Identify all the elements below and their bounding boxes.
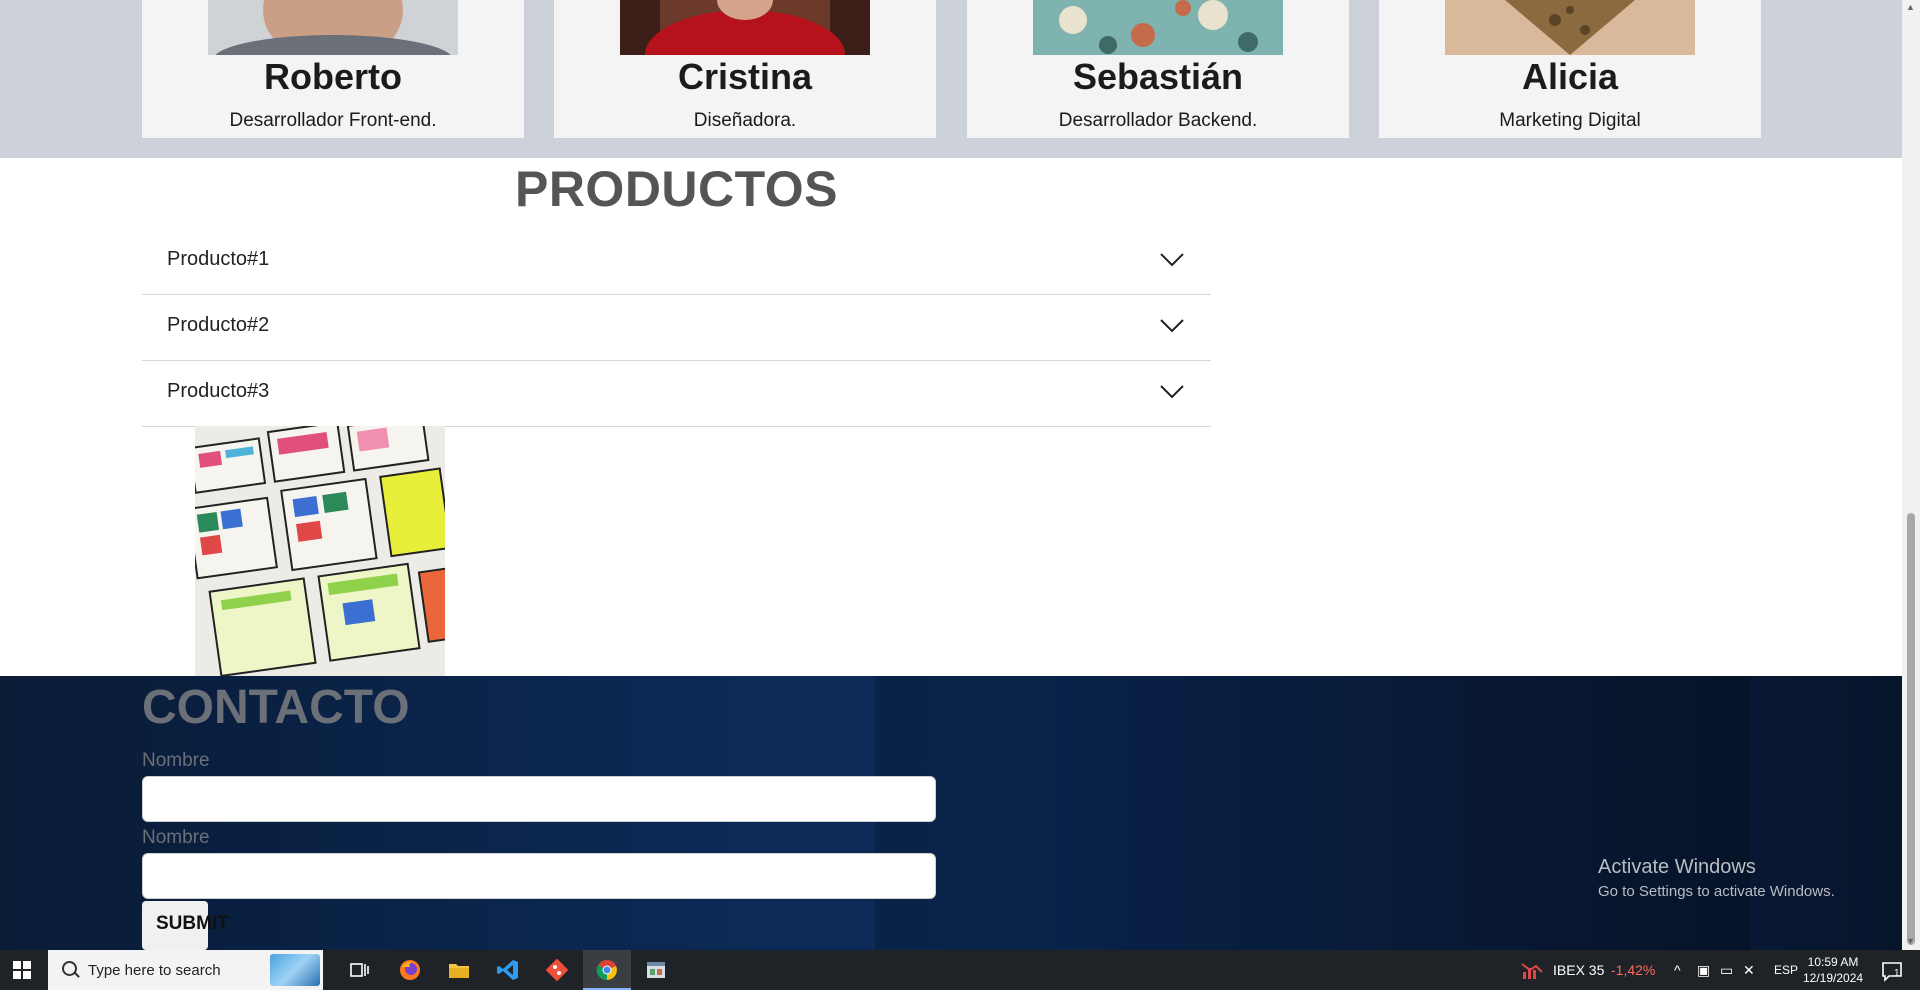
app-window-icon[interactable] — [644, 958, 668, 982]
team-role: Desarrollador Backend. — [1058, 110, 1258, 131]
chevron-down-icon[interactable] — [1159, 382, 1185, 400]
accordion-item-producto-3[interactable]: Producto#3 — [142, 360, 1211, 427]
team-name: Cristina — [677, 56, 813, 97]
team-role: Desarrollador Front-end. — [229, 110, 437, 131]
page-scrollbar[interactable]: ▲ ▼ — [1902, 0, 1920, 950]
team-photo — [620, 0, 870, 55]
team-photo — [1033, 0, 1283, 55]
submit-button[interactable]: SUBMIT — [142, 901, 229, 950]
productos-title: PRODUCTOS — [514, 161, 839, 217]
product-image — [195, 426, 445, 676]
scrollbar-thumb[interactable] — [1907, 513, 1915, 945]
team-card-alicia: Alicia Marketing Digital — [1379, 0, 1761, 138]
stock-chart-icon[interactable] — [1520, 958, 1544, 982]
team-photo — [208, 0, 458, 55]
accordion-item-producto-1[interactable]: Producto#1 — [142, 228, 1211, 295]
activate-windows-watermark: Activate Windows Go to Settings to activ… — [1598, 856, 1835, 900]
nombre-field[interactable] — [142, 776, 936, 822]
ticker-name: IBEX 35 — [1553, 962, 1605, 978]
notification-count: 1 — [1894, 968, 1900, 979]
team-role: Diseñadora. — [693, 110, 797, 131]
chrome-icon[interactable] — [595, 958, 619, 982]
team-name: Sebastián — [1072, 56, 1244, 97]
meet-icon[interactable]: ▣ — [1697, 962, 1710, 979]
language-indicator[interactable]: ESP — [1774, 963, 1798, 977]
notifications-icon[interactable] — [1880, 959, 1904, 983]
clock-date: 12/19/2024 — [1803, 971, 1864, 985]
taskbar-clock[interactable]: 10:59 AM 12/19/2024 — [1803, 954, 1863, 986]
firefox-icon[interactable] — [398, 958, 422, 982]
search-placeholder: Type here to search — [88, 962, 221, 979]
team-photo — [1445, 0, 1695, 55]
volume-muted-icon[interactable]: ✕ — [1743, 962, 1755, 979]
accordion-label: Producto#3 — [167, 380, 270, 402]
network-icon[interactable]: ▭ — [1720, 962, 1733, 979]
team-card-roberto: Roberto Desarrollador Front-end. — [142, 0, 524, 138]
file-explorer-icon[interactable] — [447, 958, 471, 982]
team-card-sebastian: Sebastián Desarrollador Backend. — [967, 0, 1349, 138]
task-view-icon[interactable] — [347, 958, 371, 982]
team-name: Roberto — [264, 56, 402, 97]
taskbar: Type here to search IBEX 35 -1,42% ^ ▣ ▭… — [0, 950, 1920, 990]
nombre-label-2: Nombre — [142, 827, 210, 848]
contact-section: CONTACTO Nombre Nombre SUBMIT Activate W… — [0, 676, 1902, 950]
ticker-change: -1,42% — [1611, 962, 1656, 978]
chevron-down-icon[interactable] — [1159, 316, 1185, 334]
accordion-item-producto-2[interactable]: Producto#2 — [142, 294, 1211, 361]
watermark-line-2: Go to Settings to activate Windows. — [1598, 883, 1835, 900]
team-role: Marketing Digital — [1499, 110, 1641, 131]
search-icon — [62, 961, 77, 976]
vscode-icon[interactable] — [496, 958, 520, 982]
taskbar-search[interactable]: Type here to search — [48, 950, 323, 990]
accordion-label: Producto#2 — [167, 314, 270, 336]
team-card-cristina: Cristina Diseñadora. — [554, 0, 936, 138]
chevron-up-icon[interactable]: ^ — [1674, 962, 1681, 978]
search-highlight-image — [270, 954, 320, 986]
team-section: Roberto Desarrollador Front-end. Cristin… — [0, 0, 1902, 158]
accordion-label: Producto#1 — [167, 248, 270, 270]
nombre-field-2[interactable] — [142, 853, 936, 899]
team-name: Alicia — [1521, 56, 1619, 97]
scroll-up-icon[interactable]: ▲ — [1906, 2, 1915, 12]
scroll-down-icon[interactable]: ▼ — [1906, 936, 1915, 946]
contact-title: CONTACTO — [142, 681, 410, 734]
windows-start-icon[interactable] — [13, 961, 31, 979]
git-icon[interactable] — [545, 958, 569, 982]
nombre-label: Nombre — [142, 750, 210, 771]
watermark-line-1: Activate Windows — [1598, 856, 1756, 878]
clock-time: 10:59 AM — [1807, 955, 1859, 969]
chevron-down-icon[interactable] — [1159, 250, 1185, 268]
contact-bg-panel — [875, 676, 1750, 950]
